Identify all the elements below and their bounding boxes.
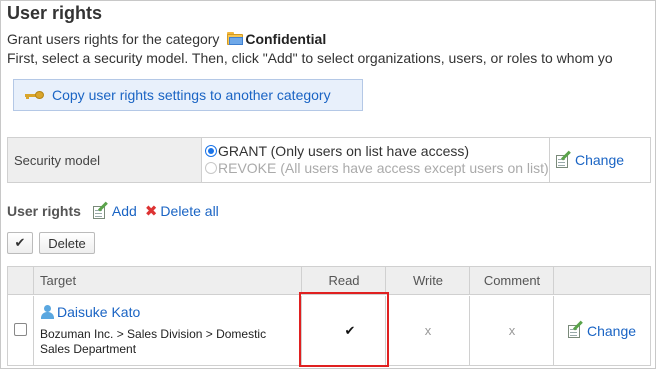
category-intro: Grant users rights for the category Conf… [7,31,326,47]
grant-option[interactable]: GRANT (Only users on list have access) [205,142,549,159]
revoke-option: REVOKE (All users have access except use… [205,159,549,176]
copy-user-rights-label: Copy user rights settings to another cat… [52,87,331,103]
user-organization: Bozuman Inc. > Sales Division > Domestic… [40,327,267,356]
user-entry: Daisuke Kato [40,304,140,320]
security-model-label: Security model [8,138,202,182]
comment-permission-mark: x [508,323,516,338]
revoke-radio [205,161,217,174]
copy-user-rights-button[interactable]: Copy user rights settings to another cat… [13,79,363,111]
change-security-model-link[interactable]: Change [575,152,624,168]
add-link[interactable]: Add [112,203,137,219]
delete-all-control: ✖ Delete all [145,203,219,219]
folder-icon [227,32,244,45]
user-icon [40,305,54,319]
rights-toolbar: ✔ Delete [7,232,95,254]
security-model-options: GRANT (Only users on list have access) R… [202,138,550,182]
security-model-table: Security model GRANT (Only users on list… [7,137,651,183]
page-frame: User rights Grant users rights for the c… [0,0,656,369]
grant-label: GRANT (Only users on list have access) [218,142,470,159]
category-name: Confidential [245,31,327,47]
delete-button[interactable]: Delete [39,232,95,254]
row-checkbox[interactable] [14,323,27,336]
add-control: Add [92,201,137,219]
read-column-highlight [299,292,389,367]
grant-radio[interactable] [205,144,217,157]
column-write: Write [412,273,444,288]
add-icon [92,201,109,219]
security-model-change: Change [550,138,650,182]
select-all-button[interactable]: ✔ [7,232,33,254]
user-rights-heading: User rights [7,203,81,219]
user-rights-header: User rights Add ✖ Delete all [7,201,227,219]
edit-icon [567,320,584,338]
instruction-text: First, select a security model. Then, cl… [7,50,613,66]
row-change-control: Change [554,296,650,365]
column-comment: Comment [483,273,541,288]
column-read: Read [328,273,360,288]
intro-text: Grant users rights for the category [7,31,220,47]
key-icon [24,88,46,102]
user-name-link[interactable]: Daisuke Kato [57,304,140,320]
edit-icon [556,150,572,168]
revoke-label: REVOKE (All users have access except use… [218,159,549,176]
delete-all-icon: ✖ [144,202,158,220]
write-permission-mark: x [424,323,432,338]
page-title: User rights [7,3,103,23]
column-target: Target [40,273,77,288]
change-rights-link[interactable]: Change [587,323,636,339]
table-header: Target Read Write Comment [8,267,650,295]
delete-all-link[interactable]: Delete all [160,203,218,219]
